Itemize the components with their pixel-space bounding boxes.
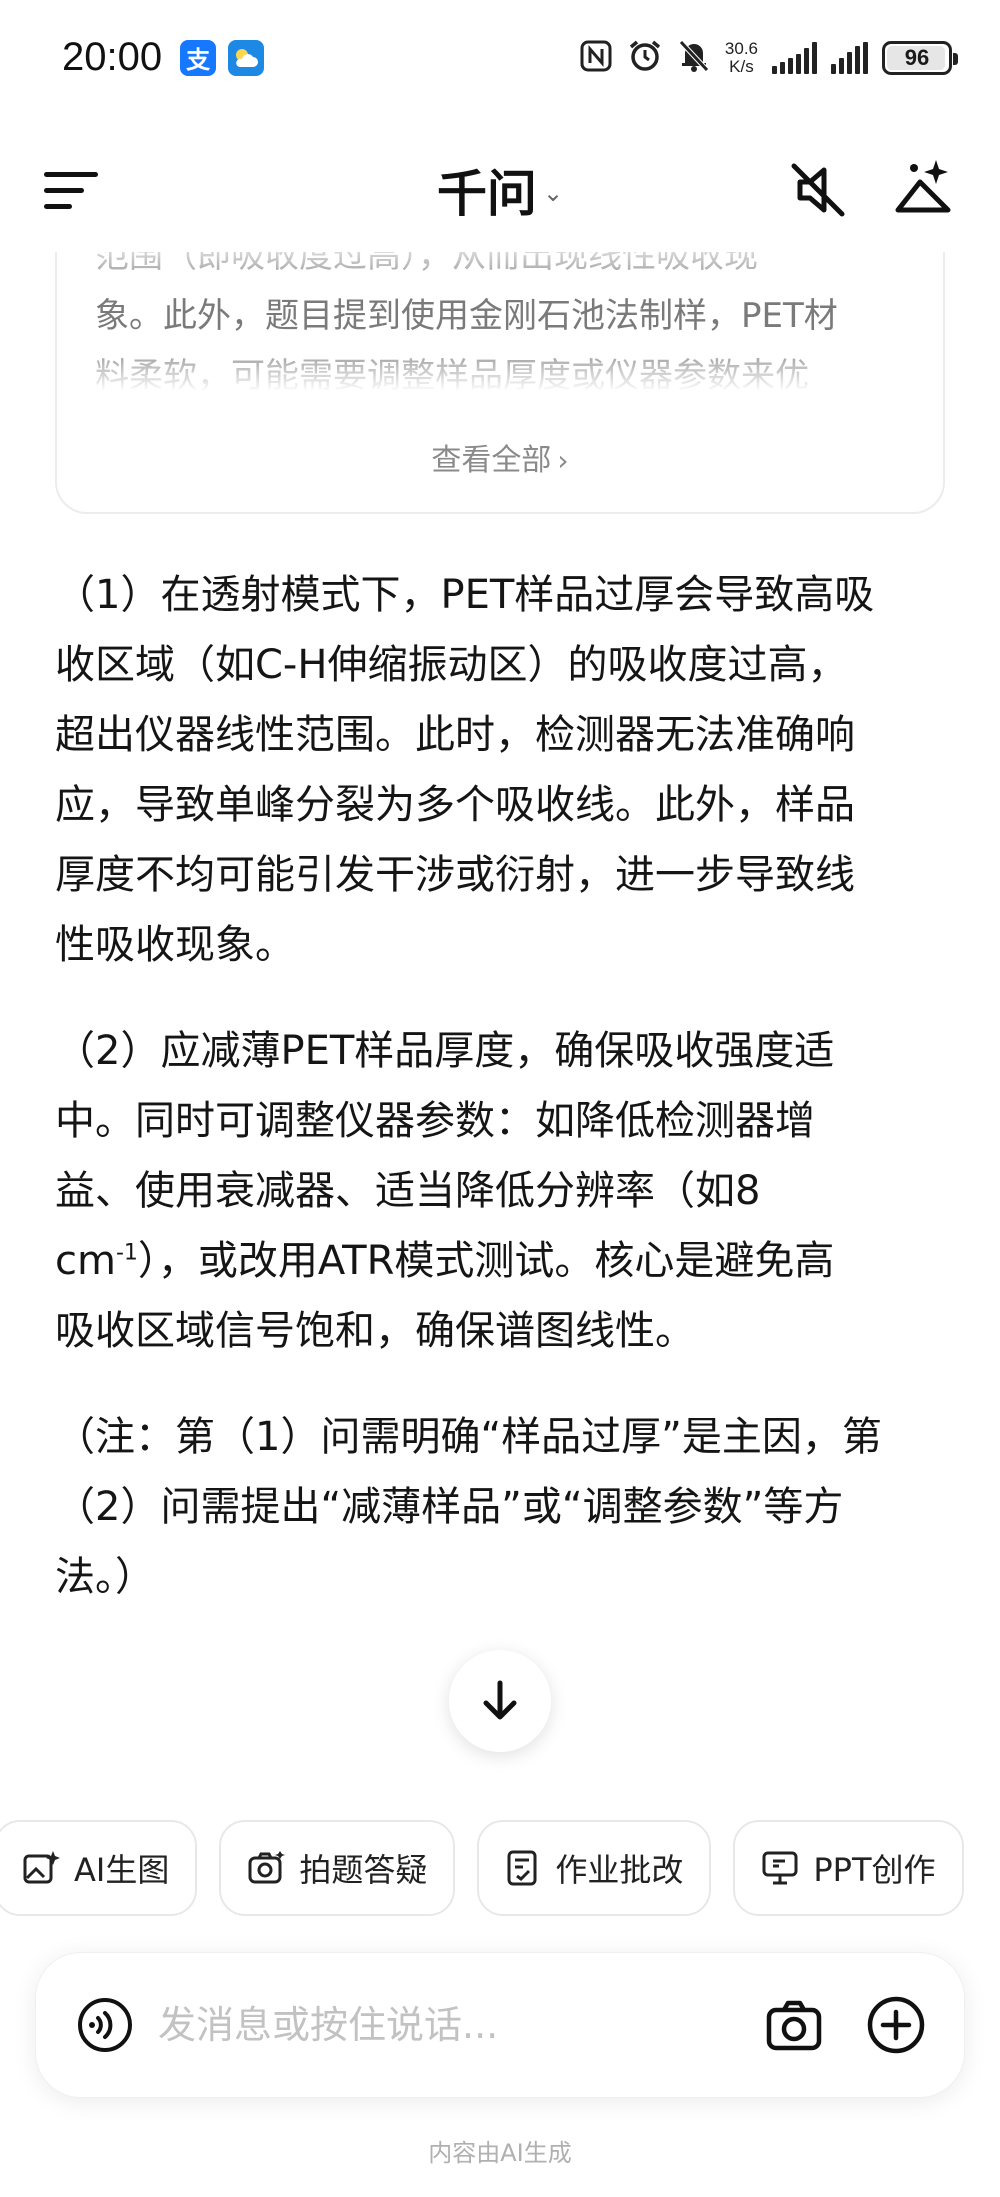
chip-photo-question[interactable]: 拍题答疑 [219, 1820, 456, 1916]
presentation-icon [762, 1851, 798, 1885]
thinking-card: 范围（即吸收度过高），从而出现线性吸收现 象。此外，题目提到使用金刚石池法制样，… [55, 252, 945, 514]
network-speed: 30.6 K/s [724, 38, 758, 76]
message-input-bar [35, 1952, 965, 2098]
message-input[interactable] [158, 1985, 764, 2065]
answer-paragraph-1: （1）在透射模式下，PET样品过厚会导致高吸 收区域（如C-H伸缩振动区）的吸收… [55, 572, 875, 968]
scroll-to-bottom-button[interactable] [449, 1650, 551, 1752]
nfc-icon [579, 39, 613, 77]
mute-bell-icon [677, 38, 711, 78]
network-speed-value: 30.6 [724, 38, 758, 58]
thinking-line: 范围（即吸收度过高），从而出现线性吸收现 [95, 252, 758, 276]
view-all-label: 查看全部 [431, 443, 552, 478]
status-bar: 20:00 支 30.6 K/s 96 [0, 0, 1000, 115]
chip-label: PPT创作 [813, 1851, 936, 1889]
answer-paragraph-2: （2）应减薄PET样品厚度，确保吸收强度适 中。同时可调整仪器参数：如降低检测器… [55, 1016, 955, 1366]
chip-ppt-create[interactable]: PPT创作 [733, 1820, 964, 1916]
image-sparkle-icon [23, 1851, 60, 1884]
chip-homework-check[interactable]: 作业批改 [477, 1820, 712, 1916]
homework-check-icon [507, 1850, 537, 1886]
thinking-line: 料柔软，可能需要调整样品厚度或仪器参数来优 [95, 356, 809, 396]
answer-paragraph-2-part: ），或改用ATR模式测试。核心是避免高 吸收区域信号饱和，确保谱图线性。 [55, 1238, 835, 1354]
answer-content: （1）在透射模式下，PET样品过厚会导致高吸 收区域（如C-H伸缩振动区）的吸收… [55, 560, 955, 1648]
ai-disclaimer: 内容由AI生成 [428, 2139, 572, 2167]
app-header: 千问 ⌄ [0, 140, 1000, 240]
status-left: 20:00 支 [62, 35, 265, 80]
battery-icon: 96 [882, 40, 958, 75]
view-all-button[interactable]: 查看全部 › [57, 435, 943, 479]
weather-icon [228, 39, 265, 76]
superscript: -1 [115, 1240, 138, 1266]
camera-question-icon [248, 1851, 286, 1884]
camera-icon[interactable] [764, 1995, 824, 2055]
thinking-text: 范围（即吸收度过高），从而出现线性吸收现 象。此外，题目提到使用金刚石池法制样，… [95, 252, 907, 406]
plus-circle-icon[interactable] [866, 1995, 926, 2055]
battery-level: 96 [904, 44, 930, 70]
arrow-down-icon [483, 1680, 517, 1720]
signal-icon-2 [831, 41, 868, 74]
alipay-icon: 支 [180, 39, 217, 76]
chip-label: 拍题答疑 [299, 1851, 428, 1889]
menu-icon[interactable] [44, 168, 100, 212]
chevron-down-icon: ⌄ [542, 179, 564, 207]
thinking-line: 象。此外，题目提到使用金刚石池法制样，PET材 [95, 296, 838, 336]
chip-label: 作业批改 [555, 1851, 684, 1889]
chip-ai-image[interactable]: AI生图 [0, 1820, 198, 1916]
signal-icon [772, 41, 817, 74]
network-speed-unit: K/s [729, 56, 754, 76]
magic-sparkle-icon[interactable] [890, 152, 960, 222]
alarm-icon [627, 38, 663, 78]
chip-label: AI生图 [74, 1851, 170, 1889]
status-time: 20:00 [62, 35, 163, 79]
speaker-muted-icon[interactable] [786, 158, 850, 222]
voice-wave-icon[interactable] [76, 1996, 134, 2054]
page-title: 千问 [436, 165, 537, 223]
chevron-right-icon: › [557, 444, 569, 477]
title-dropdown[interactable]: 千问 ⌄ [437, 154, 563, 226]
quick-actions: AI生图 拍题答疑 作业批改 PPT创作 [0, 1820, 1000, 1916]
status-right: 30.6 K/s 96 [579, 38, 958, 78]
answer-note: （注：第（1）问需明确“样品过厚”是主因，第 （2）问需提出“减薄样品”或“调整… [55, 1414, 882, 1600]
